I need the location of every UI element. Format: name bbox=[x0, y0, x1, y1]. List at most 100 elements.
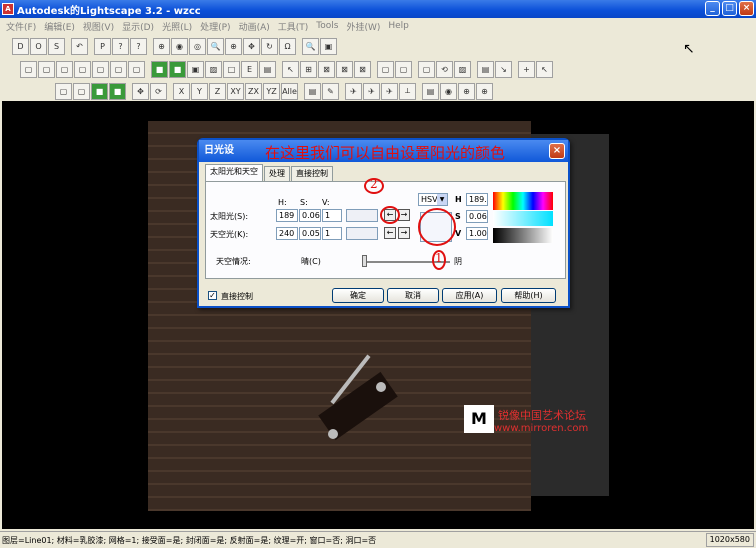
toolbar-button-icon[interactable]: ▤ bbox=[422, 82, 439, 100]
toolbar-button-icon[interactable]: ▢ bbox=[110, 60, 127, 78]
sky-s-field[interactable]: 0.05 bbox=[299, 227, 321, 240]
right-h-field[interactable]: 189. bbox=[466, 193, 488, 206]
toolbar-button-icon[interactable]: ✈ bbox=[363, 82, 380, 100]
toolbar-button-icon[interactable]: ✈ bbox=[345, 82, 362, 100]
toolbar-button-icon[interactable]: 🔍 bbox=[207, 37, 224, 55]
cancel-button[interactable]: 取消 bbox=[387, 288, 439, 303]
toolbar-button-icon[interactable]: ↘ bbox=[495, 60, 512, 78]
ok-button[interactable]: 确定 bbox=[332, 288, 384, 303]
toolbar-button-icon[interactable]: ⊕ bbox=[153, 37, 170, 55]
toolbar-button-icon[interactable]: ZX bbox=[245, 82, 262, 100]
toolbar-button-icon[interactable]: + bbox=[518, 60, 535, 78]
maximize-button[interactable]: □ bbox=[722, 1, 737, 16]
toolbar-button-icon[interactable]: ◉ bbox=[171, 37, 188, 55]
toolbar-button-icon[interactable]: ↶ bbox=[71, 37, 88, 55]
tab-direct-control[interactable]: 直接控制 bbox=[291, 166, 333, 181]
toolbar-button-icon[interactable]: ▢ bbox=[38, 60, 55, 78]
toolbar-button-icon[interactable]: ✈ bbox=[381, 82, 398, 100]
close-button[interactable]: × bbox=[739, 1, 754, 16]
toolbar-button-icon[interactable]: ▢ bbox=[92, 60, 109, 78]
toolbar-button-icon[interactable]: ■ bbox=[91, 82, 108, 100]
sky-copy-right-button[interactable]: → bbox=[398, 227, 410, 239]
dialog-close-button[interactable]: × bbox=[549, 143, 565, 159]
menu-file[interactable]: 文件(F) bbox=[2, 20, 40, 33]
toolbar-button-icon[interactable]: ◎ bbox=[189, 37, 206, 55]
toolbar-button-icon[interactable]: ⊕ bbox=[225, 37, 242, 55]
sun-h-field[interactable]: 189 bbox=[276, 209, 298, 222]
help-button[interactable]: 帮助(H) bbox=[501, 288, 556, 303]
value-bar[interactable] bbox=[493, 228, 553, 243]
menu-tools[interactable]: Tools bbox=[312, 21, 342, 31]
sun-v-field[interactable]: 1 bbox=[322, 209, 342, 222]
sky-copy-left-button[interactable]: ← bbox=[384, 227, 396, 239]
toolbar-button-icon[interactable]: ▤ bbox=[259, 60, 276, 78]
toolbar-button-icon[interactable]: ⊞ bbox=[300, 60, 317, 78]
saturation-bar[interactable] bbox=[493, 211, 553, 226]
toolbar-button-icon[interactable]: ■ bbox=[151, 60, 168, 78]
toolbar-button-icon[interactable]: ▢ bbox=[55, 82, 72, 100]
menu-edit[interactable]: 编辑(E) bbox=[40, 20, 79, 33]
toolbar-button-icon[interactable]: E bbox=[241, 60, 258, 78]
menu-lighting[interactable]: 光照(L) bbox=[158, 20, 196, 33]
toolbar-button-icon[interactable]: ↻ bbox=[261, 37, 278, 55]
toolbar-button-icon[interactable]: ▢ bbox=[20, 60, 37, 78]
sun-color-swatch[interactable] bbox=[346, 209, 378, 222]
toolbar-button-icon[interactable]: ⊠ bbox=[336, 60, 353, 78]
menu-animation[interactable]: 动画(A) bbox=[235, 20, 274, 33]
toolbar-button-icon[interactable]: ⊠ bbox=[318, 60, 335, 78]
toolbar-button-icon[interactable]: ▨ bbox=[205, 60, 222, 78]
toolbar-button-icon[interactable]: ▢ bbox=[74, 60, 91, 78]
toolbar-button-icon[interactable]: ↖ bbox=[282, 60, 299, 78]
menu-tools-cn[interactable]: 工具(T) bbox=[274, 20, 313, 33]
sky-condition-thumb[interactable] bbox=[362, 255, 367, 267]
toolbar-button-icon[interactable]: ↖ bbox=[536, 60, 553, 78]
apply-button[interactable]: 应用(A) bbox=[442, 288, 497, 303]
menu-help[interactable]: Help bbox=[384, 21, 413, 31]
toolbar-button-icon[interactable]: 🔍 bbox=[302, 37, 319, 55]
toolbar-button-icon[interactable]: ⟳ bbox=[150, 82, 167, 100]
toolbar-button-icon[interactable]: S bbox=[48, 37, 65, 55]
toolbar-button-icon[interactable]: ▤ bbox=[304, 82, 321, 100]
sky-h-field[interactable]: 240 bbox=[276, 227, 298, 240]
menu-plugins[interactable]: 外挂(W) bbox=[342, 20, 384, 33]
toolbar-button-icon[interactable]: ▢ bbox=[377, 60, 394, 78]
app-icon[interactable]: A bbox=[2, 3, 14, 15]
toolbar-button-icon[interactable]: O bbox=[30, 37, 47, 55]
menu-display[interactable]: 显示(D) bbox=[118, 20, 158, 33]
toolbar-button-icon[interactable]: D bbox=[12, 37, 29, 55]
toolbar-button-icon[interactable]: ⟲ bbox=[436, 60, 453, 78]
toolbar-button-icon[interactable]: ▢ bbox=[395, 60, 412, 78]
toolbar-button-icon[interactable]: XY bbox=[227, 82, 244, 100]
toolbar-button-icon[interactable]: ◉ bbox=[440, 82, 457, 100]
toolbar-button-icon[interactable]: ⊕ bbox=[476, 82, 493, 100]
toolbar-button-icon[interactable]: ■ bbox=[169, 60, 186, 78]
toolbar-button-icon[interactable]: P bbox=[94, 37, 111, 55]
sun-s-field[interactable]: 0.06 bbox=[299, 209, 321, 222]
toolbar-button-icon[interactable]: ⟂ bbox=[399, 82, 416, 100]
toolbar-button-icon[interactable]: ? bbox=[130, 37, 147, 55]
toolbar-button-icon[interactable]: ▤ bbox=[477, 60, 494, 78]
toolbar-button-icon[interactable]: ⊠ bbox=[354, 60, 371, 78]
tab-sun-sky[interactable]: 太阳光和天空 bbox=[205, 164, 263, 181]
color-mode-select[interactable]: HSV ▼ bbox=[418, 193, 448, 206]
toolbar-button-icon[interactable]: Z bbox=[209, 82, 226, 100]
toolbar-button-icon[interactable]: Y bbox=[191, 82, 208, 100]
toolbar-button-icon[interactable]: ✎ bbox=[322, 82, 339, 100]
right-v-field[interactable]: 1.00 bbox=[466, 227, 488, 240]
toolbar-button-icon[interactable]: ▣ bbox=[187, 60, 204, 78]
toolbar-button-icon[interactable]: Alle bbox=[281, 82, 298, 100]
toolbar-button-icon[interactable]: ▢ bbox=[418, 60, 435, 78]
toolbar-button-icon[interactable]: ▢ bbox=[128, 60, 145, 78]
hue-spectrum[interactable] bbox=[493, 192, 553, 210]
sky-color-swatch[interactable] bbox=[346, 227, 378, 240]
tab-process[interactable]: 处理 bbox=[264, 166, 290, 181]
direct-control-checkbox[interactable]: ✓ bbox=[208, 291, 217, 300]
toolbar-button-icon[interactable]: ? bbox=[112, 37, 129, 55]
sky-v-field[interactable]: 1 bbox=[322, 227, 342, 240]
toolbar-button-icon[interactable]: ✥ bbox=[132, 82, 149, 100]
toolbar-button-icon[interactable]: ■ bbox=[109, 82, 126, 100]
minimize-button[interactable]: _ bbox=[705, 1, 720, 16]
right-s-field[interactable]: 0.06 bbox=[466, 210, 488, 223]
toolbar-button-icon[interactable]: ⊕ bbox=[458, 82, 475, 100]
menu-view[interactable]: 视图(V) bbox=[79, 20, 118, 33]
